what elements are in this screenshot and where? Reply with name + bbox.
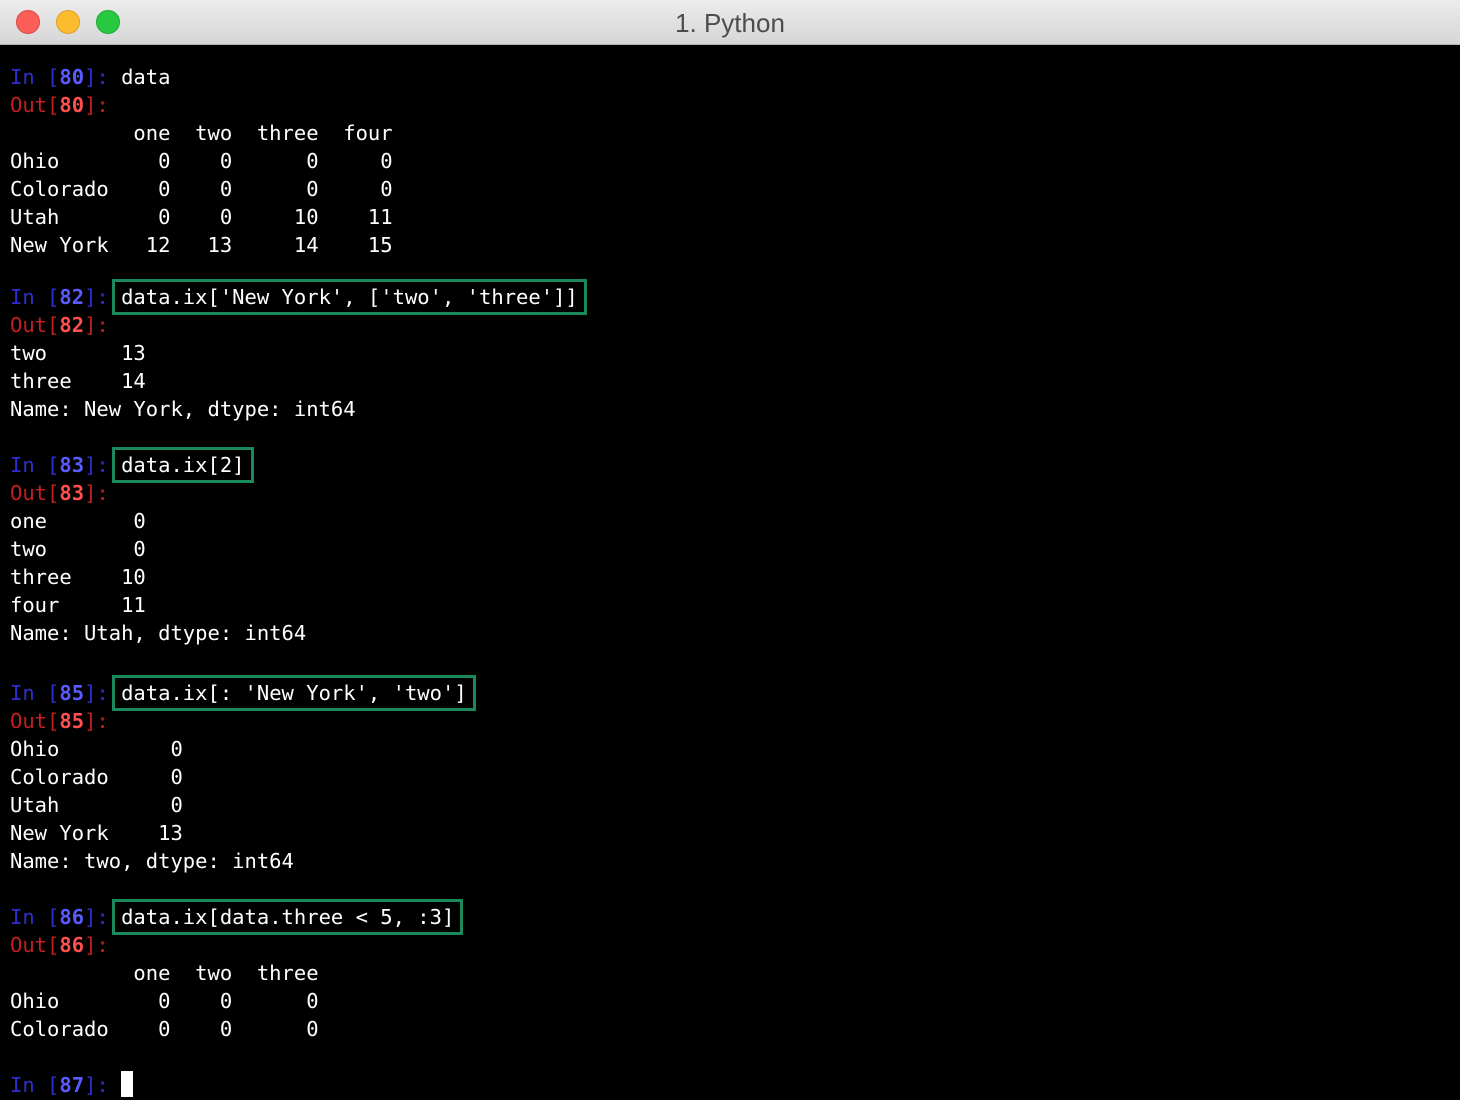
input-prompt-line: In [83]: data.ix[2] — [10, 447, 254, 483]
output-prompt-line: Out[85]: — [10, 707, 109, 735]
output-line: Utah 0 0 10 11 — [10, 205, 393, 229]
out-suffix: ]: — [84, 313, 109, 337]
output-line: Name: Utah, dtype: int64 — [10, 621, 307, 645]
output-line: one two three four — [10, 121, 393, 145]
execution-count: 85 — [59, 681, 85, 705]
in-keyword: In [ — [10, 65, 60, 89]
output-count: 83 — [59, 481, 85, 505]
out-suffix: ]: — [84, 481, 109, 505]
output-count: 85 — [59, 709, 85, 733]
out-keyword: Out[ — [10, 709, 60, 733]
highlighted-input-code: data.ix['New York', ['two', 'three']] — [112, 279, 587, 315]
in-keyword: In [ — [10, 905, 60, 929]
output-prompt-line: Out[83]: — [10, 479, 109, 507]
output-line: Ohio 0 0 0 0 — [10, 149, 393, 173]
text-cursor — [121, 1071, 134, 1097]
out-keyword: Out[ — [10, 933, 60, 957]
input-prompt-line: In [86]: data.ix[data.three < 5, :3] — [10, 899, 464, 935]
output-line: two 13 — [10, 341, 146, 365]
output-line: New York 13 — [10, 821, 183, 845]
input-code: data — [121, 65, 171, 89]
in-keyword: In [ — [10, 681, 60, 705]
execution-count: 82 — [59, 285, 85, 309]
in-keyword: In [ — [10, 453, 60, 477]
highlighted-input-code: data.ix[: 'New York', 'two'] — [112, 675, 476, 711]
highlighted-input-code: data.ix[data.three < 5, :3] — [112, 899, 464, 935]
terminal-window: 1. Python In [80]: data Out[80]: one two … — [0, 0, 1460, 1100]
input-prompt-line: In [82]: data.ix['New York', ['two', 'th… — [10, 279, 587, 315]
output-line: Ohio 0 — [10, 737, 183, 761]
output-line: one two three — [10, 961, 319, 985]
output-line: New York 12 13 14 15 — [10, 233, 393, 257]
execution-count: 83 — [59, 453, 85, 477]
input-prompt-line: In [85]: data.ix[: 'New York', 'two'] — [10, 675, 476, 711]
out-suffix: ]: — [84, 93, 109, 117]
output-prompt-line: Out[82]: — [10, 311, 109, 339]
output-line: one 0 — [10, 509, 146, 533]
output-count: 86 — [59, 933, 85, 957]
in-keyword: In [ — [10, 285, 60, 309]
out-keyword: Out[ — [10, 313, 60, 337]
execution-count: 80 — [59, 65, 85, 89]
out-suffix: ]: — [84, 709, 109, 733]
output-line: Name: two, dtype: int64 — [10, 849, 294, 873]
execution-count: 86 — [59, 905, 85, 929]
output-line: Name: New York, dtype: int64 — [10, 397, 356, 421]
output-line: three 10 — [10, 565, 146, 589]
execution-count: 87 — [59, 1073, 85, 1097]
in-suffix: ]: — [84, 65, 122, 89]
input-prompt-line: In [80]: data — [10, 63, 170, 91]
output-prompt-line: Out[86]: — [10, 931, 109, 959]
highlighted-input-code: data.ix[2] — [112, 447, 254, 483]
output-line: two 0 — [10, 537, 146, 561]
output-count: 80 — [59, 93, 85, 117]
current-input-prompt[interactable]: In [87]: — [10, 1071, 134, 1099]
output-line: Colorado 0 0 0 0 — [10, 177, 393, 201]
output-prompt-line: Out[80]: — [10, 91, 109, 119]
out-keyword: Out[ — [10, 93, 60, 117]
in-keyword: In [ — [10, 1073, 60, 1097]
output-line: three 14 — [10, 369, 146, 393]
in-suffix: ]: — [84, 1073, 122, 1097]
output-line: Colorado 0 0 0 — [10, 1017, 319, 1041]
output-line: Ohio 0 0 0 — [10, 989, 319, 1013]
output-line: Utah 0 — [10, 793, 183, 817]
out-keyword: Out[ — [10, 481, 60, 505]
out-suffix: ]: — [84, 933, 109, 957]
output-line: Colorado 0 — [10, 765, 183, 789]
window-title: 1. Python — [675, 8, 785, 38]
title-bar[interactable]: 1. Python — [0, 0, 1460, 45]
output-count: 82 — [59, 313, 85, 337]
output-line: four 11 — [10, 593, 146, 617]
